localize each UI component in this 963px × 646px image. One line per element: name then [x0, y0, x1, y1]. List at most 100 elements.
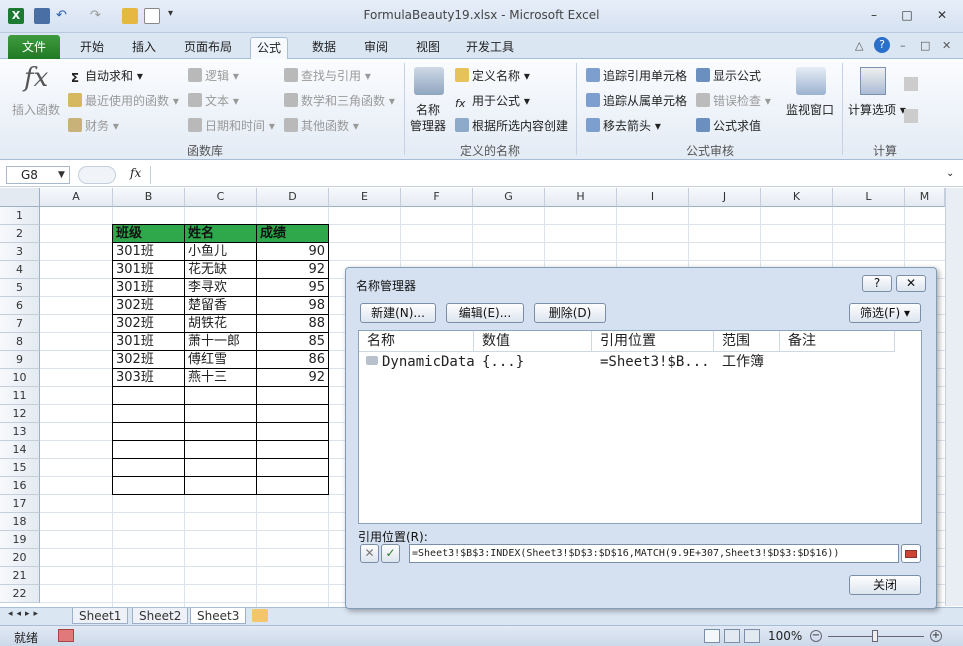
row-header-10[interactable]: 10	[0, 369, 40, 387]
recent-functions-button[interactable]: 最近使用的函数 ▾	[68, 92, 179, 109]
tab-file[interactable]: 文件	[8, 35, 60, 59]
row-header-19[interactable]: 19	[0, 531, 40, 549]
row-header-6[interactable]: 6	[0, 297, 40, 315]
row-header-18[interactable]: 18	[0, 513, 40, 531]
zoom-out-icon[interactable]: −	[810, 630, 822, 642]
table-cell[interactable]: 98	[257, 297, 329, 315]
autosum-button[interactable]: Σ 自动求和 ▾	[68, 67, 143, 85]
table-cell[interactable]: 萧十一郎	[185, 333, 257, 351]
sheet-tab-2[interactable]: Sheet2	[132, 608, 189, 624]
table-header-cell[interactable]: 班级	[113, 225, 185, 243]
delete-name-button[interactable]: 删除(D)	[534, 303, 606, 323]
doc-close-icon[interactable]: ✕	[942, 39, 951, 52]
dialog-help-button[interactable]: ?	[862, 275, 892, 292]
table-cell[interactable]: 花无缺	[185, 261, 257, 279]
cancel-edit-icon[interactable]: ✕	[360, 544, 379, 563]
calc-options-button[interactable]: 计算选项 ▾	[848, 101, 906, 118]
table-cell[interactable]: 302班	[113, 297, 185, 315]
table-cell[interactable]	[113, 423, 185, 441]
calc-sheet-icon[interactable]	[904, 109, 918, 123]
help-icon[interactable]: ?	[874, 37, 890, 53]
formula-bar-collapse-icon[interactable]: ⌄	[946, 168, 954, 179]
table-cell[interactable]: 92	[257, 261, 329, 279]
list-header-scope[interactable]: 范围	[714, 331, 780, 352]
table-cell[interactable]	[113, 441, 185, 459]
entry-name[interactable]: DynamicData	[374, 352, 475, 372]
table-cell[interactable]: 胡铁花	[185, 315, 257, 333]
column-header-f[interactable]: F	[401, 188, 473, 207]
column-header-k[interactable]: K	[761, 188, 833, 207]
formula-bar-expand-icon[interactable]	[78, 166, 116, 184]
table-cell[interactable]: 小鱼儿	[185, 243, 257, 261]
column-header-g[interactable]: G	[473, 188, 545, 207]
error-check-button[interactable]: 错误检查 ▾	[696, 92, 771, 109]
list-header-refers-to[interactable]: 引用位置	[592, 331, 714, 352]
table-cell[interactable]: 303班	[113, 369, 185, 387]
table-cell[interactable]	[257, 477, 329, 495]
table-cell[interactable]: 燕十三	[185, 369, 257, 387]
table-cell[interactable]: 李寻欢	[185, 279, 257, 297]
table-cell[interactable]: 301班	[113, 333, 185, 351]
remove-arrows-button[interactable]: 移去箭头 ▾	[586, 117, 661, 134]
table-cell[interactable]: 楚留香	[185, 297, 257, 315]
row-header-21[interactable]: 21	[0, 567, 40, 585]
table-cell[interactable]	[257, 405, 329, 423]
table-cell[interactable]	[185, 459, 257, 477]
row-header-3[interactable]: 3	[0, 243, 40, 261]
filter-button[interactable]: 筛选(F) ▾	[849, 303, 921, 323]
table-cell[interactable]	[257, 387, 329, 405]
collapse-dialog-icon[interactable]	[901, 544, 921, 563]
table-cell[interactable]: 88	[257, 315, 329, 333]
row-header-22[interactable]: 22	[0, 585, 40, 603]
row-header-5[interactable]: 5	[0, 279, 40, 297]
table-cell[interactable]	[257, 423, 329, 441]
table-cell[interactable]	[257, 441, 329, 459]
use-in-formula-button[interactable]: fx 用于公式 ▾	[455, 92, 530, 111]
refers-to-input[interactable]: =Sheet3!$B$3:INDEX(Sheet3!$D$3:$D$16,MAT…	[409, 544, 899, 563]
text-button[interactable]: 文本 ▾	[188, 92, 239, 109]
new-name-button[interactable]: 新建(N)...	[360, 303, 436, 323]
tab-insert[interactable]: 插入	[126, 37, 162, 59]
row-header-13[interactable]: 13	[0, 423, 40, 441]
zoom-slider-thumb[interactable]	[872, 630, 878, 642]
define-name-button[interactable]: 定义名称 ▾	[455, 67, 530, 84]
row-header-20[interactable]: 20	[0, 549, 40, 567]
table-cell[interactable]: 85	[257, 333, 329, 351]
list-header-name[interactable]: 名称	[359, 331, 474, 352]
table-cell[interactable]	[185, 423, 257, 441]
column-header-d[interactable]: D	[257, 188, 329, 207]
name-manager-label-1[interactable]: 名称	[416, 101, 440, 118]
tab-page-layout[interactable]: 页面布局	[178, 37, 238, 59]
row-header-14[interactable]: 14	[0, 441, 40, 459]
doc-minimize-icon[interactable]: –	[900, 39, 906, 52]
evaluate-formula-button[interactable]: 公式求值	[696, 117, 761, 134]
tab-home[interactable]: 开始	[74, 37, 110, 59]
page-break-view-icon[interactable]	[744, 629, 760, 643]
macro-record-icon[interactable]	[58, 629, 74, 642]
row-header-2[interactable]: 2	[0, 225, 40, 243]
table-cell[interactable]: 95	[257, 279, 329, 297]
page-layout-view-icon[interactable]	[724, 629, 740, 643]
tab-review[interactable]: 审阅	[358, 37, 394, 59]
list-header-value[interactable]: 数值	[474, 331, 592, 352]
column-header-j[interactable]: J	[689, 188, 761, 207]
formula-input[interactable]	[150, 166, 940, 184]
table-cell[interactable]: 302班	[113, 351, 185, 369]
zoom-in-icon[interactable]: +	[930, 630, 942, 642]
table-cell[interactable]: 92	[257, 369, 329, 387]
column-header-b[interactable]: B	[113, 188, 185, 207]
select-all-corner[interactable]	[0, 188, 40, 207]
table-cell[interactable]	[113, 405, 185, 423]
row-header-12[interactable]: 12	[0, 405, 40, 423]
table-cell[interactable]	[185, 477, 257, 495]
list-header-comment[interactable]: 备注	[780, 331, 895, 352]
tab-view[interactable]: 视图	[410, 37, 446, 59]
sheet-nav-arrows-icon[interactable]: ◂◂▸▸	[8, 609, 42, 619]
table-cell[interactable]	[257, 459, 329, 477]
table-header-cell[interactable]: 成绩	[257, 225, 329, 243]
table-cell[interactable]: 301班	[113, 261, 185, 279]
show-formulas-button[interactable]: 显示公式	[696, 67, 761, 84]
close-button[interactable]: ✕	[930, 6, 954, 24]
lookup-button[interactable]: 查找与引用 ▾	[284, 67, 371, 84]
sheet-tab-1[interactable]: Sheet1	[72, 608, 129, 624]
